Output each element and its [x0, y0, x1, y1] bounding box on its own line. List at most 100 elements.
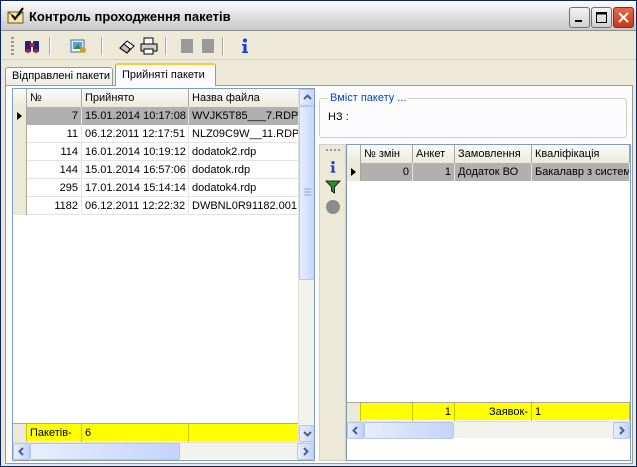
cell-file-name[interactable]: dodatok4.rdp [189, 179, 299, 197]
cell-received[interactable]: 06.12.2011 12:17:51 [82, 125, 189, 143]
cell-number[interactable]: 7 [27, 107, 82, 125]
table-row[interactable]: 0 1 Додаток ВО Бакалавр з систем [347, 163, 630, 181]
chevron-up-icon [303, 94, 312, 100]
cell-file-name[interactable]: dodatok2.rdp [189, 143, 299, 161]
cell-file-name[interactable]: dodatok.rdp [189, 161, 299, 179]
row-indicator[interactable] [347, 163, 361, 181]
refresh-icon[interactable] [68, 36, 88, 56]
header-indicator [347, 145, 361, 163]
toolbar-separator [222, 37, 224, 55]
grip-lines-icon [304, 188, 311, 196]
cell-received[interactable]: 06.12.2011 12:22:32 [82, 197, 189, 215]
status-circle-icon[interactable] [325, 199, 341, 215]
cell-qualification[interactable]: Бакалавр з систем [532, 163, 630, 181]
grid-header: № Прийнято Назва файла [13, 89, 299, 107]
toolbar-separator [165, 37, 167, 55]
cell-received[interactable]: 15.01.2014 16:57:06 [82, 161, 189, 179]
filter-icon[interactable] [325, 179, 341, 195]
column-header-qualification[interactable]: Кваліфікація [532, 145, 630, 163]
column-header-order[interactable]: Замовлення [455, 145, 532, 163]
scroll-down-button[interactable] [299, 425, 314, 442]
chevron-right-icon [619, 426, 625, 435]
cell-changes[interactable]: 0 [361, 163, 413, 181]
binoculars-icon[interactable] [22, 36, 42, 56]
disabled-stop-icon[interactable] [177, 36, 197, 56]
cell-received[interactable]: 17.01.2014 15:14:14 [82, 179, 189, 197]
column-header-forms[interactable]: Анкет [413, 145, 455, 163]
cell-received[interactable]: 15.01.2014 10:17:08 [82, 107, 189, 125]
tab-received-packets[interactable]: Прийняті пакети [115, 63, 216, 86]
close-button[interactable] [613, 7, 634, 28]
table-row[interactable]: 295 17.01.2014 15:14:14 dodatok4.rdp [13, 179, 299, 197]
grid-footer: 1 Заявок- 1 [347, 402, 630, 421]
cell-number[interactable]: 114 [27, 143, 82, 161]
group-title: Вміст пакету ... [328, 92, 409, 104]
tab-sent-packets[interactable]: Відправлені пакети [5, 67, 113, 85]
current-row-arrow-icon [351, 168, 356, 176]
left-grid-horizontal-scrollbar[interactable] [13, 442, 314, 460]
print-icon[interactable] [139, 36, 159, 56]
cell-number[interactable]: 11 [27, 125, 82, 143]
row-indicator[interactable] [13, 125, 27, 143]
table-row[interactable]: 114 16.01.2014 10:19:12 dodatok2.rdp [13, 143, 299, 161]
horizontal-scroll-thumb[interactable] [30, 443, 180, 460]
cell-file-name[interactable]: NLZ09C9W__11.RDP [189, 125, 299, 143]
cell-forms[interactable]: 1 [413, 163, 455, 181]
column-header-received[interactable]: Прийнято [82, 89, 189, 107]
row-indicator[interactable] [13, 107, 27, 125]
cell-order[interactable]: Додаток ВО [455, 163, 532, 181]
scroll-right-button[interactable] [297, 443, 314, 460]
maximize-button[interactable] [591, 7, 612, 28]
cell-number[interactable]: 1182 [27, 197, 82, 215]
footer-applications-count: 1 [532, 403, 630, 421]
row-indicator[interactable] [13, 179, 27, 197]
scroll-left-button[interactable] [347, 422, 364, 439]
title-bar[interactable]: Контроль проходження пакетів [1, 1, 636, 31]
footer-packets-label: Пакетів- [27, 424, 82, 442]
minimize-button[interactable] [569, 7, 590, 28]
table-row[interactable]: 144 15.01.2014 16:57:06 dodatok.rdp [13, 161, 299, 179]
toolbar-separator [101, 37, 103, 55]
strip-grip[interactable] [326, 149, 340, 151]
cell-file-name[interactable]: DWBNL0R91182.001 [189, 197, 299, 215]
scroll-up-button[interactable] [299, 89, 314, 106]
horizontal-scroll-thumb[interactable] [364, 422, 454, 439]
close-icon [618, 12, 629, 23]
toolbar-grip[interactable] [11, 37, 14, 55]
cell-file-name[interactable]: WVJK5T85___7.RDP [189, 107, 299, 125]
row-indicator[interactable] [13, 143, 27, 161]
info-icon[interactable] [325, 159, 341, 175]
tab-panel-received: № Прийнято Назва файла 7 15.01.2014 10:17… [5, 85, 633, 464]
tab-label: Відправлені пакети [12, 70, 111, 82]
packet-contents-grid[interactable]: № змін Анкет Замовлення Кваліфікація 01Д… [346, 144, 631, 461]
left-grid-vertical-scrollbar[interactable] [298, 89, 314, 442]
eraser-icon[interactable] [117, 36, 137, 56]
row-indicator[interactable] [13, 197, 27, 215]
scroll-left-button[interactable] [13, 443, 30, 460]
footer-applications-label: Заявок- [455, 403, 532, 421]
right-grid-horizontal-scrollbar[interactable] [347, 421, 630, 439]
column-header-number[interactable]: № [27, 89, 82, 107]
disabled-stop-icon[interactable] [198, 36, 218, 56]
footer-packets-count: 6 [82, 424, 189, 442]
footer-empty-cell [189, 424, 299, 442]
maximize-icon [596, 12, 607, 23]
nz-label: НЗ : [328, 111, 349, 123]
chevron-down-icon [303, 431, 312, 437]
cell-received[interactable]: 16.01.2014 10:19:12 [82, 143, 189, 161]
received-packets-grid[interactable]: № Прийнято Назва файла 7 15.01.2014 10:17… [12, 88, 315, 461]
column-header-changes[interactable]: № змін [361, 145, 413, 163]
scroll-right-button[interactable] [613, 422, 630, 439]
tab-label: Прийняті пакети [122, 69, 205, 81]
chevron-left-icon [352, 426, 358, 435]
info-icon[interactable] [235, 36, 255, 56]
cell-number[interactable]: 295 [27, 179, 82, 197]
table-row[interactable]: 7 15.01.2014 10:17:08 WVJK5T85___7.RDP [13, 107, 299, 125]
table-row[interactable]: 1182 06.12.2011 12:22:32 DWBNL0R91182.001 [13, 197, 299, 215]
grid-footer: Пакетів- 6 [13, 423, 299, 442]
scroll-thumb[interactable] [299, 106, 314, 280]
row-indicator[interactable] [13, 161, 27, 179]
table-row[interactable]: 11 06.12.2011 12:17:51 NLZ09C9W__11.RDP [13, 125, 299, 143]
column-header-file-name[interactable]: Назва файла [189, 89, 299, 107]
cell-number[interactable]: 144 [27, 161, 82, 179]
